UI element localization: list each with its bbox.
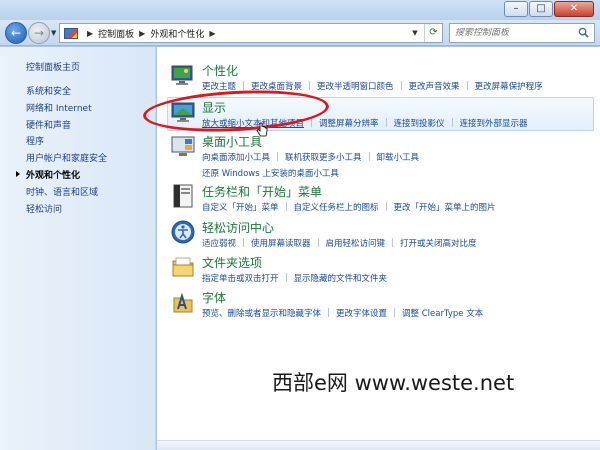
forward-button[interactable]: →	[28, 22, 50, 44]
get-more-gadgets-link[interactable]: 联机获取更多小工具	[285, 153, 362, 163]
change-font-settings-link[interactable]: 更改字体设置	[336, 309, 387, 319]
sidebar-item-appearance: 外观和个性化	[15, 168, 107, 185]
high-contrast-link[interactable]: 打开或关闭高对比度	[400, 239, 477, 249]
category-title[interactable]: 轻松访问中心	[202, 219, 274, 236]
sidebar-item-programs[interactable]: 程序	[26, 134, 107, 151]
link-divider	[466, 81, 468, 90]
screen-resolution-link[interactable]: 调整屏幕分辨率	[319, 119, 379, 129]
show-hidden-files-link[interactable]: 显示隐藏的文件和文件夹	[294, 274, 388, 284]
add-gadgets-link[interactable]: 向桌面添加小工具	[202, 153, 270, 163]
link-divider	[328, 308, 330, 317]
minimize-button[interactable]: –	[504, 1, 528, 17]
search-input[interactable]	[455, 28, 573, 38]
address-dropdown-icon[interactable]: ▼	[408, 24, 422, 42]
folder-options-icon[interactable]	[171, 255, 195, 279]
change-sounds-link[interactable]: 更改声音效果	[409, 82, 460, 92]
category-title[interactable]: 字体	[202, 289, 226, 306]
link-divider	[368, 152, 370, 161]
sidebar-item-hardware-sound[interactable]: 硬件和声音	[26, 118, 107, 135]
category-links: 指定单击或双击打开 显示隐藏的文件和文件夹	[202, 272, 387, 284]
search-icon[interactable]	[578, 27, 589, 38]
connect-external-display-link[interactable]: 连接到外部显示器	[460, 119, 528, 129]
single-click-link[interactable]: 指定单击或双击打开	[202, 274, 279, 284]
link-divider	[285, 202, 287, 211]
taskbar-icon[interactable]	[171, 184, 195, 208]
title-bar: – □ ✕	[0, 0, 600, 20]
sidebar-list: 系统和安全 网络和 Internet 硬件和声音 程序 用户帐户和家庭安全 外观…	[15, 84, 107, 219]
category-links: 自定义「开始」菜单 自定义任务栏上的图标 更改「开始」菜单上的图片	[202, 201, 496, 213]
back-button[interactable]: ←	[5, 22, 27, 44]
search-box[interactable]	[449, 23, 595, 43]
breadcrumb-separator[interactable]: ▶	[139, 29, 145, 38]
link-divider	[392, 238, 394, 247]
sidebar-item-network[interactable]: 网络和 Internet	[26, 101, 107, 118]
refresh-icon[interactable]: ⟳	[424, 24, 442, 42]
sidebar-item-user-accounts[interactable]: 用户帐户和家庭安全	[26, 151, 107, 168]
category-links: 向桌面添加小工具 联机获取更多小工具 卸载小工具	[202, 151, 419, 163]
low-vision-link[interactable]: 适应弱视	[202, 239, 236, 249]
breadcrumb-control-panel[interactable]: 控制面板	[98, 27, 134, 40]
window-controls: – □ ✕	[504, 1, 594, 17]
maximize-button[interactable]: □	[529, 1, 553, 17]
customize-taskbar-icons-link[interactable]: 自定义任务栏上的图标	[294, 203, 379, 213]
change-screensaver-link[interactable]: 更改屏幕保护程序	[475, 82, 543, 92]
personalization-icon[interactable]	[171, 63, 195, 87]
change-start-picture-link[interactable]: 更改「开始」菜单上的图片	[394, 203, 496, 213]
link-divider	[385, 202, 387, 211]
navigation-bar: ← → ▼ ▶ 控制面板 ▶ 外观和个性化 ▶ ▼ ⟳	[0, 20, 600, 46]
link-divider	[309, 81, 311, 90]
link-divider	[285, 273, 287, 282]
uninstall-gadget-link[interactable]: 卸载小工具	[377, 153, 420, 163]
customize-start-menu-link[interactable]: 自定义「开始」菜单	[202, 203, 279, 213]
link-divider	[400, 81, 402, 90]
ease-of-access-icon[interactable]	[171, 220, 195, 244]
category-title[interactable]: 桌面小工具	[202, 133, 262, 150]
cleartype-link[interactable]: 调整 ClearType 文本	[402, 309, 483, 319]
category-links: 适应弱视 使用屏幕读取器 启用轻松访问键 打开或关闭高对比度	[202, 237, 477, 249]
link-divider	[243, 81, 245, 90]
category-title[interactable]: 文件夹选项	[202, 254, 262, 271]
gadgets-icon[interactable]	[171, 134, 195, 158]
control-panel-icon	[64, 27, 78, 39]
category-links-row-2: 还原 Windows 上安装的桌面小工具	[202, 167, 339, 179]
fonts-icon[interactable]	[171, 290, 195, 314]
breadcrumb-separator[interactable]: ▶	[209, 29, 215, 38]
change-window-color-link[interactable]: 更改半透明窗口颜色	[317, 82, 394, 92]
enable-access-keys-link[interactable]: 启用轻松访问键	[326, 239, 386, 249]
link-divider	[385, 118, 387, 127]
sidebar-home-link[interactable]: 控制面板主页	[26, 60, 80, 73]
link-divider	[451, 118, 453, 127]
watermark-text: 西部e网 www.weste.net	[272, 371, 515, 395]
breadcrumb-appearance[interactable]: 外观和个性化	[150, 27, 204, 40]
address-bar[interactable]: ▶ 控制面板 ▶ 外观和个性化 ▶ ▼ ⟳	[59, 23, 443, 43]
status-bar	[157, 440, 600, 450]
screen-reader-link[interactable]: 使用屏幕读取器	[251, 239, 311, 249]
sidebar-item-clock-language[interactable]: 时钟、语言和区域	[26, 185, 107, 202]
link-divider	[243, 238, 245, 247]
restore-gadgets-link[interactable]: 还原 Windows 上安装的桌面小工具	[202, 169, 339, 179]
breadcrumb-separator[interactable]: ▶	[87, 29, 93, 38]
main-content: 个性化 更改主题 更改桌面背景 更改半透明窗口颜色 更改声音效果 更改屏幕保护程序 显示…	[142, 47, 600, 450]
category-title[interactable]: 任务栏和「开始」菜单	[202, 183, 322, 200]
sidebar: 控制面板主页 系统和安全 网络和 Internet 硬件和声音 程序 用户帐户和…	[0, 47, 156, 450]
link-divider	[311, 118, 313, 127]
link-divider	[277, 152, 279, 161]
sidebar-item-ease-of-access[interactable]: 轻松访问	[26, 202, 107, 219]
recent-pages-dropdown-icon[interactable]: ▼	[51, 29, 56, 37]
sidebar-item-system-security[interactable]: 系统和安全	[26, 84, 107, 101]
link-divider	[394, 308, 396, 317]
category-title[interactable]: 个性化	[202, 62, 238, 79]
category-links: 预览、删除或者显示和隐藏字体 更改字体设置 调整 ClearType 文本	[202, 307, 483, 319]
close-button[interactable]: ✕	[554, 1, 594, 17]
connect-projector-link[interactable]: 连接到投影仪	[394, 119, 445, 129]
preview-fonts-link[interactable]: 预览、删除或者显示和隐藏字体	[202, 309, 321, 319]
hand-cursor-icon	[256, 122, 268, 137]
link-divider	[317, 238, 319, 247]
